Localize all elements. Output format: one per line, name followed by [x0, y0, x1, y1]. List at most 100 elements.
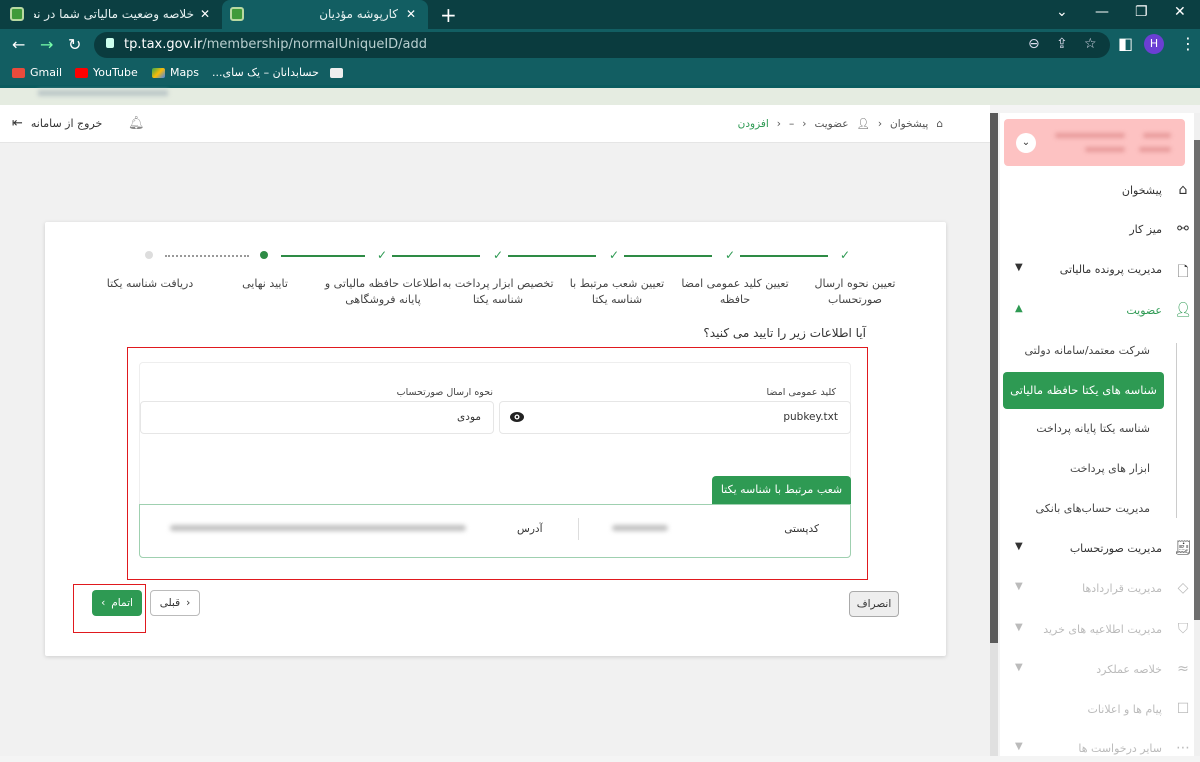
- chevron-down-icon: ▼: [1015, 662, 1023, 673]
- stepper: ✓ ✓ ✓ ✓ ✓ تعیین نحوه ارسال صورتحساب تعیی…: [45, 222, 946, 312]
- chevron-down-icon: ▼: [1015, 741, 1023, 752]
- side-panel-icon[interactable]: ◧: [1118, 34, 1133, 53]
- user-card[interactable]: ⌄: [1004, 119, 1185, 166]
- sidebar-item-contracts[interactable]: ◇ مدیریت قراردادها ▼: [1007, 578, 1192, 602]
- file-icon: 🗋︎: [1177, 264, 1189, 280]
- sidebar-item-workspace[interactable]: ⚯ میز کار: [1007, 219, 1192, 243]
- step-pending-dot: [145, 251, 153, 259]
- close-window-icon[interactable]: ✕: [1174, 4, 1186, 20]
- step-connector: [624, 255, 712, 257]
- sidebar-item-invoice[interactable]: 🧾︎ مدیریت صورتحساب ▼: [1007, 538, 1192, 562]
- step-connector: [281, 255, 365, 257]
- sidebar-item-performance[interactable]: ≈ خلاصه عملکرد ▼: [1007, 659, 1192, 683]
- sidebar-subitem[interactable]: شناسه یکتا پایانه پرداخت: [1036, 422, 1150, 435]
- chevron-up-icon: ▲: [1015, 303, 1023, 314]
- breadcrumb-current: افزودن: [737, 117, 769, 130]
- site-favicon-icon: [230, 7, 244, 21]
- sidebar-subitem-active[interactable]: شناسه های یکتا حافظه مالیاتی: [1003, 372, 1164, 409]
- sidebar-subitem[interactable]: مدیریت حساب‌های بانکی: [1036, 502, 1150, 515]
- notification-bell-icon[interactable]: 🔔︎: [128, 116, 145, 131]
- browser-tab-active[interactable]: کارپوشه مؤدیان ✕: [222, 0, 428, 29]
- handshake-icon: ◇: [1177, 580, 1189, 596]
- sidebar-item-other-requests[interactable]: ⋯ سایر درخواست ها ▼: [1007, 738, 1192, 762]
- step-done-check-icon: ✓: [377, 248, 388, 262]
- highlight-box-info: [127, 347, 868, 580]
- sidebar-item-dashboard[interactable]: ⌂ پیشخوان: [1007, 180, 1192, 204]
- browser-tab[interactable]: خلاصه وضعیت مالیاتی شما در نظا ✕: [0, 0, 222, 29]
- step-current-dot: [260, 251, 268, 259]
- share-icon[interactable]: ⇪: [1056, 36, 1068, 52]
- user-info-redacted: [1055, 133, 1125, 138]
- step-connector: [392, 255, 480, 257]
- maps-icon: [152, 67, 165, 78]
- close-tab-icon[interactable]: ✕: [200, 7, 210, 21]
- workspace-icon: ⚯: [1177, 221, 1189, 237]
- bag-icon: ⛉: [1177, 621, 1189, 637]
- profile-avatar[interactable]: H: [1144, 34, 1164, 54]
- user-name-redacted: [1139, 147, 1171, 152]
- user-info-redacted: [1085, 147, 1125, 152]
- back-icon[interactable]: ←: [12, 35, 25, 54]
- blurred-header-text: [38, 90, 168, 96]
- chevron-down-icon: ▼: [1015, 262, 1023, 273]
- user-name-redacted: [1143, 133, 1171, 138]
- request-icon: ⋯: [1176, 740, 1190, 756]
- bookmark-site[interactable]: حسابدانان – یک سای...: [212, 66, 343, 79]
- breadcrumb-separator-icon: ‹: [802, 117, 807, 130]
- logout-button[interactable]: ⇤ خروج از سامانه: [12, 116, 102, 131]
- bookmark-gmail[interactable]: Gmail: [12, 66, 62, 79]
- breadcrumb-separator-icon: ‹: [776, 117, 781, 130]
- breadcrumb-item[interactable]: عضویت: [814, 118, 848, 130]
- step-done-check-icon: ✓: [493, 248, 504, 262]
- cancel-button[interactable]: انصراف: [849, 591, 899, 617]
- zoom-icon[interactable]: ⊖: [1028, 36, 1040, 52]
- step-label: تعیین کلید عمومی امضا حافظه: [681, 277, 789, 306]
- sidebar-item-purchase-notices[interactable]: ⛉ مدیریت اطلاعیه های خرید ▼: [1007, 619, 1192, 643]
- invoice-icon: 🧾︎: [1174, 540, 1192, 556]
- submenu-line: [1176, 343, 1177, 518]
- minimize-icon[interactable]: —: [1095, 4, 1109, 20]
- logout-icon: ⇤: [12, 116, 23, 131]
- breadcrumb-item[interactable]: پیشخوان: [890, 118, 928, 130]
- reload-icon[interactable]: ↻: [68, 35, 81, 54]
- step-label: تعیین نحوه ارسال صورتحساب: [814, 277, 896, 306]
- tab-title: کارپوشه مؤدیان: [319, 7, 398, 21]
- step-label: تایید نهایی: [242, 277, 288, 290]
- tab-search-icon[interactable]: ⌄: [1056, 4, 1068, 20]
- sidebar-item-membership[interactable]: 👤︎ عضویت ▲: [1007, 300, 1192, 324]
- sidebar-item-tax-file[interactable]: 🗋︎ مدیریت پرونده مالیاتی ▼: [1007, 259, 1192, 283]
- bookmark-youtube[interactable]: YouTube: [75, 66, 138, 79]
- step-done-check-icon: ✓: [840, 248, 851, 262]
- sidebar-subitem[interactable]: شرکت معتمد/سامانه دولتی: [1025, 344, 1151, 357]
- new-tab-icon[interactable]: +: [440, 3, 457, 27]
- chevron-down-icon: ▼: [1015, 541, 1023, 552]
- chevron-down-icon: ▼: [1015, 581, 1023, 592]
- chart-icon: ≈: [1177, 661, 1189, 677]
- url-input[interactable]: tp.tax.gov.ir/membership/normalUniqueID/…: [94, 32, 1110, 58]
- breadcrumb-item: –: [789, 117, 795, 130]
- site-header-banner: [0, 85, 1200, 105]
- forward-icon[interactable]: →: [40, 35, 53, 54]
- step-connector-pending: [165, 255, 249, 257]
- site-icon: [329, 67, 343, 78]
- bookmark-star-icon[interactable]: ☆: [1084, 36, 1097, 52]
- step-done-check-icon: ✓: [725, 248, 736, 262]
- sidebar-item-messages[interactable]: ☐ پیام ها و اعلانات: [1007, 699, 1192, 723]
- menu-icon[interactable]: ⋮: [1180, 34, 1196, 53]
- chevron-right-icon: ‹: [186, 597, 191, 609]
- address-bar-row: ← → ↻ tp.tax.gov.ir/membership/normalUni…: [0, 29, 1200, 60]
- user-icon: 👤︎: [856, 118, 870, 130]
- close-tab-icon[interactable]: ✕: [406, 7, 416, 21]
- restore-icon[interactable]: ❐: [1135, 4, 1148, 20]
- step-label: تخصیص ابزار پرداخت به شناسه یکتا: [442, 277, 554, 306]
- lock-icon: [106, 38, 114, 48]
- previous-button[interactable]: ‹ قبلی: [150, 590, 200, 616]
- home-icon: ⌂: [1178, 182, 1188, 198]
- url-text: tp.tax.gov.ir/membership/normalUniqueID/…: [124, 37, 428, 52]
- bookmark-maps[interactable]: Maps: [152, 66, 199, 79]
- highlight-box-finish: [73, 584, 146, 633]
- page-scrollbar-thumb[interactable]: [1194, 140, 1200, 620]
- sidebar-scrollbar-thumb[interactable]: [990, 113, 998, 643]
- chevron-down-icon[interactable]: ⌄: [1016, 133, 1036, 153]
- sidebar-subitem[interactable]: ابزار های پرداخت: [1070, 462, 1150, 475]
